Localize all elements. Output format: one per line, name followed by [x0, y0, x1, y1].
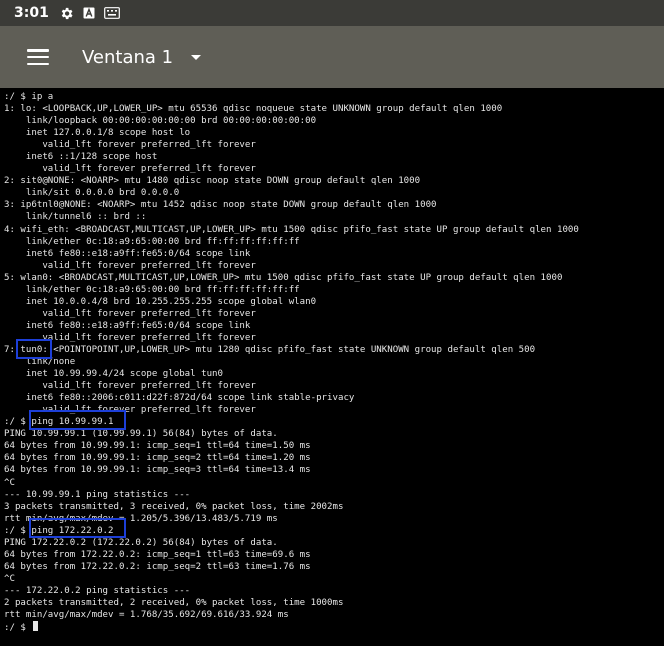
terminal-line: link/none: [4, 357, 76, 368]
terminal-line: link/ether 0c:18:a9:65:00:00 brd ff:ff:f…: [4, 284, 300, 295]
terminal-line: :/ $: [4, 621, 579, 633]
terminal-line: link/sit 0.0.0.0 brd 0.0.0.0: [4, 188, 180, 199]
terminal-text: :/ $ ip a 1: lo: <LOOPBACK,UP,LOWER_UP> m…: [4, 91, 579, 633]
terminal-line: PING 10.99.99.1 (10.99.99.1) 56(84) byte…: [4, 429, 278, 440]
terminal-line: link/ether 0c:18:a9:65:00:00 brd ff:ff:f…: [4, 236, 300, 247]
terminal-line: 2 packets transmitted, 2 received, 0% pa…: [4, 597, 344, 608]
terminal-line: inet 10.99.99.4/24 scope global tun0: [4, 369, 223, 380]
terminal-line: valid_lft forever preferred_lft forever: [4, 308, 256, 319]
terminal-line: inet6 fe80::2006:c011:d22f:872d/64 scope…: [4, 393, 355, 404]
terminal-line: --- 172.22.0.2 ping statistics ---: [4, 585, 191, 596]
dropdown-arrow-icon[interactable]: [191, 54, 202, 60]
terminal-line: :/ $ ping 10.99.99.1: [4, 417, 114, 428]
terminal-line: 3: ip6tnl0@NONE: <NOARP> mtu 1452 qdisc …: [4, 200, 437, 211]
terminal-line: 3 packets transmitted, 3 received, 0% pa…: [4, 501, 344, 512]
terminal-line: ^C: [4, 573, 15, 584]
terminal-line: valid_lft forever preferred_lft forever: [4, 381, 256, 392]
terminal-line: 5: wlan0: <BROADCAST,MULTICAST,UP,LOWER_…: [4, 272, 563, 283]
terminal-output[interactable]: :/ $ ip a 1: lo: <LOOPBACK,UP,LOWER_UP> m…: [0, 88, 664, 646]
terminal-line: rtt min/avg/max/mdev = 1.768/35.692/69.6…: [4, 610, 289, 621]
terminal-line: inet6 fe80::e18:a9ff:fe65:0/64 scope lin…: [4, 248, 251, 259]
window-title[interactable]: Ventana 1: [82, 47, 173, 68]
terminal-line: 2: sit0@NONE: <NOARP> mtu 1480 qdisc noo…: [4, 176, 421, 187]
terminal-line: 4: wifi_eth: <BROADCAST,MULTICAST,UP,LOW…: [4, 224, 579, 235]
hamburger-menu-icon[interactable]: [27, 49, 49, 65]
terminal-line: 64 bytes from 172.22.0.2: icmp_seq=2 ttl…: [4, 561, 311, 572]
app-toolbar: Ventana 1: [0, 26, 664, 88]
terminal-line: inet6 fe80::e18:a9ff:fe65:0/64 scope lin…: [4, 320, 251, 331]
terminal-line: --- 10.99.99.1 ping statistics ---: [4, 489, 191, 500]
terminal-line: valid_lft forever preferred_lft forever: [4, 164, 256, 175]
terminal-line: 64 bytes from 10.99.99.1: icmp_seq=2 ttl…: [4, 453, 311, 464]
terminal-line: :/ $ ip a: [4, 92, 54, 102]
terminal-line: link/loopback 00:00:00:00:00:00 brd 00:0…: [4, 116, 317, 127]
status-bar: 3:01: [0, 0, 664, 26]
terminal-line: inet 127.0.0.1/8 scope host lo: [4, 128, 191, 139]
terminal-line: rtt min/avg/max/mdev = 1.205/5.396/13.48…: [4, 513, 278, 524]
terminal-line: :/ $ ping 172.22.0.2: [4, 525, 114, 536]
terminal-line: valid_lft forever preferred_lft forever: [4, 405, 256, 416]
terminal-line: 64 bytes from 172.22.0.2: icmp_seq=1 ttl…: [4, 549, 311, 560]
terminal-line: 1: lo: <LOOPBACK,UP,LOWER_UP> mtu 65536 …: [4, 104, 503, 115]
status-time: 3:01: [14, 5, 49, 21]
terminal-line: valid_lft forever preferred_lft forever: [4, 140, 256, 151]
terminal-line: ^C: [4, 477, 15, 488]
terminal-line: inet 10.0.0.4/8 brd 10.255.255.255 scope…: [4, 296, 317, 307]
gear-icon: [59, 6, 74, 21]
terminal-line: valid_lft forever preferred_lft forever: [4, 332, 256, 343]
terminal-line: 7: tun0: <POINTOPOINT,UP,LOWER_UP> mtu 1…: [4, 344, 536, 355]
keyboard-icon: [103, 7, 120, 19]
terminal-line: PING 172.22.0.2 (172.22.0.2) 56(84) byte…: [4, 537, 278, 548]
terminal-line: 64 bytes from 10.99.99.1: icmp_seq=3 ttl…: [4, 465, 311, 476]
terminal-line: inet6 ::1/128 scope host: [4, 152, 158, 163]
terminal-line: valid_lft forever preferred_lft forever: [4, 260, 256, 271]
terminal-line: 64 bytes from 10.99.99.1: icmp_seq=1 ttl…: [4, 441, 311, 452]
terminal-cursor: [33, 621, 39, 632]
terminal-line: link/tunnel6 :: brd ::: [4, 212, 147, 223]
font-a-icon: [83, 7, 95, 19]
